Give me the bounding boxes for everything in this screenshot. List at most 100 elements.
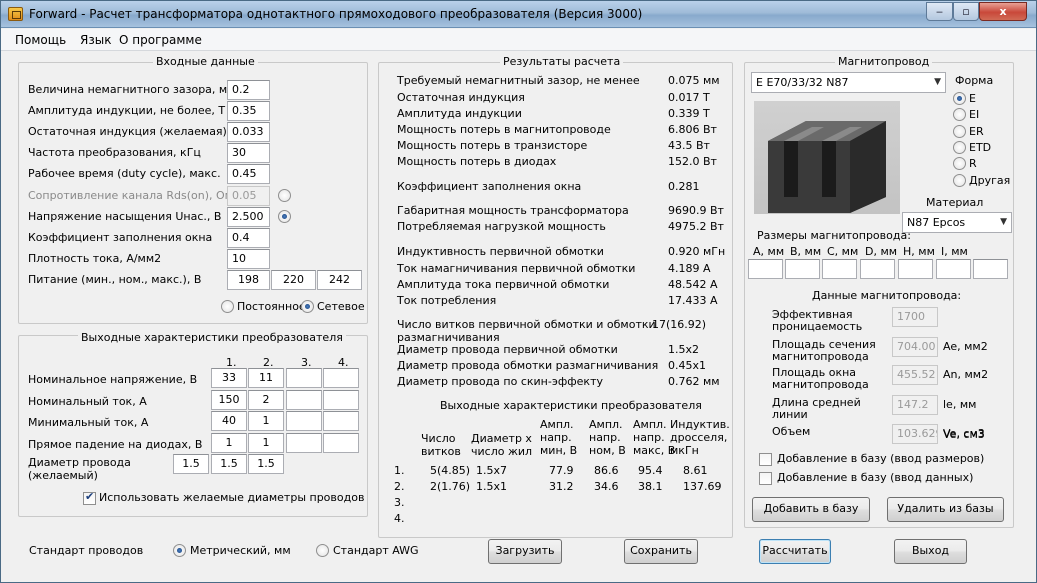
- power-label: Питание (мин., ном., макс.), В: [28, 273, 202, 286]
- results-table-cell: 1.: [394, 464, 405, 477]
- add-to-db-button[interactable]: Добавить в базу: [752, 497, 870, 522]
- input-label: Напряжение насыщения Uнас., В: [28, 210, 222, 223]
- material-select[interactable]: N87 Epcos ▼: [902, 212, 1012, 233]
- power-field[interactable]: 198: [227, 270, 270, 290]
- input-field[interactable]: 0.033: [227, 122, 270, 142]
- output-field[interactable]: 150: [211, 390, 247, 410]
- dim-field[interactable]: [973, 259, 1008, 279]
- results-table-header: Ампл.: [633, 418, 667, 431]
- menu-language[interactable]: Язык: [80, 33, 111, 47]
- output-field[interactable]: 33: [211, 368, 247, 388]
- output-field[interactable]: 1: [248, 433, 284, 453]
- output-field[interactable]: [286, 390, 322, 410]
- minimize-button[interactable]: ‒: [926, 2, 953, 21]
- result-label: Ток потребления: [397, 294, 497, 307]
- shape-radio[interactable]: [953, 173, 966, 187]
- dim-field[interactable]: [785, 259, 820, 279]
- output-field[interactable]: 2: [248, 390, 284, 410]
- shape-label: E: [969, 92, 976, 105]
- shape-radio[interactable]: [953, 92, 966, 105]
- output-field[interactable]: [323, 433, 359, 453]
- shape-radio[interactable]: [953, 124, 966, 138]
- input-field[interactable]: 0.45: [227, 164, 270, 184]
- result-label: Амплитуда тока первичной обмотки: [397, 278, 610, 291]
- results-table-header: витков: [421, 445, 461, 458]
- awg-radio[interactable]: [316, 544, 329, 557]
- output-field[interactable]: [323, 411, 359, 431]
- close-button[interactable]: x: [979, 2, 1027, 21]
- minimize-icon: ‒: [936, 5, 943, 18]
- delete-from-db-button[interactable]: Удалить из базы: [887, 497, 1004, 522]
- results-table-cell: 34.6: [594, 480, 619, 493]
- calculate-button[interactable]: Рассчитать: [759, 539, 831, 564]
- result-label: Индуктивность первичной обмотки: [397, 245, 604, 258]
- title-bar[interactable]: Forward - Расчет трансформатора однотакт…: [1, 1, 1036, 28]
- dim-field[interactable]: [822, 259, 857, 279]
- results-outputs-title: Выходные характеристики преобразователя: [440, 399, 702, 412]
- supply-ac-radio[interactable]: [301, 300, 314, 313]
- results-table-header: дросселя,: [670, 431, 728, 444]
- usat-radio[interactable]: [278, 210, 291, 223]
- maximize-button[interactable]: ▫: [953, 2, 979, 21]
- save-button[interactable]: Сохранить: [624, 539, 698, 564]
- dim-field[interactable]: [936, 259, 971, 279]
- load-button[interactable]: Загрузить: [488, 539, 562, 564]
- output-field[interactable]: 1: [248, 411, 284, 431]
- results-table-header: Диаметр х: [471, 432, 532, 445]
- core-shape-icon: [768, 121, 886, 213]
- shape-label: R: [969, 157, 977, 171]
- supply-dc-radio[interactable]: [221, 300, 234, 313]
- output-field[interactable]: [323, 390, 359, 410]
- shape-title: Форма: [955, 74, 994, 87]
- input-field[interactable]: 0.4: [227, 228, 270, 248]
- output-field[interactable]: [286, 433, 322, 453]
- menu-help[interactable]: Помощь: [15, 33, 66, 47]
- result-label: Диаметр провода по скин-эффекту: [397, 375, 603, 388]
- close-icon: x: [999, 5, 1007, 18]
- results-table-cell: 38.1: [638, 480, 663, 493]
- chevron-down-icon: ▼: [934, 77, 941, 87]
- input-field[interactable]: 2.500: [227, 207, 270, 227]
- output-field[interactable]: 11: [248, 368, 284, 388]
- metric-radio[interactable]: [173, 544, 186, 557]
- input-field[interactable]: 0.2: [227, 80, 270, 100]
- shape-radio[interactable]: [953, 140, 966, 154]
- results-table-header: макс, В: [633, 444, 676, 457]
- results-table-cell: 2.: [394, 480, 405, 493]
- use-desired-checkbox[interactable]: [83, 490, 96, 505]
- wire-diameter-field[interactable]: 1.5: [211, 454, 247, 474]
- output-field[interactable]: 1: [211, 433, 247, 453]
- core-data-title: Данные магнитопровода:: [812, 289, 962, 302]
- output-field[interactable]: 40: [211, 411, 247, 431]
- add-data-checkbox[interactable]: [759, 472, 772, 485]
- core-title: Магнитопровод: [835, 55, 933, 68]
- output-field[interactable]: [286, 368, 322, 388]
- result-value: 48.542 А: [668, 278, 718, 291]
- input-field[interactable]: 30: [227, 143, 270, 163]
- core-select[interactable]: E E70/33/32 N87 ▼: [751, 72, 946, 93]
- wire-diameter-field[interactable]: 1.5: [173, 454, 209, 474]
- dim-label: D, мм: [865, 245, 898, 258]
- results-table-cell: 3.: [394, 496, 405, 509]
- output-field[interactable]: [323, 368, 359, 388]
- power-field[interactable]: 242: [317, 270, 362, 290]
- output-field[interactable]: [286, 411, 322, 431]
- dim-field[interactable]: [748, 259, 783, 279]
- rdson-radio[interactable]: [278, 189, 291, 202]
- input-field[interactable]: 0.35: [227, 101, 270, 121]
- exit-button[interactable]: Выход: [894, 539, 967, 564]
- dim-field[interactable]: [898, 259, 933, 279]
- result-value: 6.806 Вт: [668, 123, 717, 136]
- material-title: Материал: [926, 196, 984, 209]
- power-field[interactable]: 220: [271, 270, 316, 290]
- awg-label: Стандарт AWG: [333, 544, 419, 557]
- core-data-unit: le, мм: [943, 398, 977, 411]
- result-label: Остаточная индукция: [397, 91, 525, 104]
- input-label: Остаточная индукция (желаемая), Т: [28, 125, 241, 138]
- dim-field[interactable]: [860, 259, 895, 279]
- wire-diameter-field[interactable]: 1.5: [248, 454, 284, 474]
- menu-about[interactable]: О программе: [119, 33, 202, 47]
- dim-label: C, мм: [827, 245, 859, 258]
- add-dims-checkbox[interactable]: [759, 453, 772, 466]
- input-field[interactable]: 10: [227, 249, 270, 269]
